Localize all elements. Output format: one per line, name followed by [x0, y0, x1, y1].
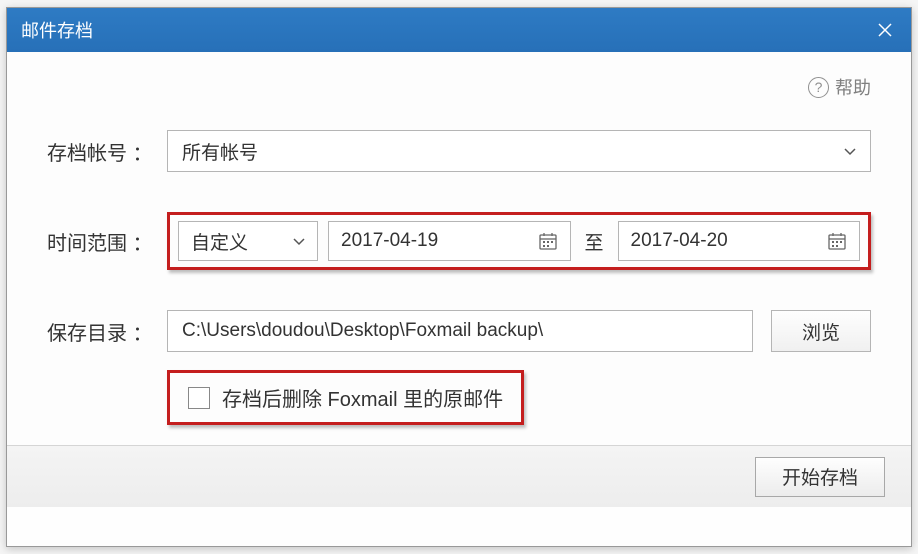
- delete-after-archive-group: 存档后删除 Foxmail 里的原邮件: [167, 370, 524, 425]
- chevron-down-icon: [293, 233, 305, 249]
- account-select[interactable]: 所有帐号: [167, 130, 871, 172]
- date-from-field[interactable]: 2017-04-19: [328, 221, 571, 261]
- help-label: 帮助: [835, 74, 871, 100]
- help-link[interactable]: ? 帮助: [808, 74, 871, 100]
- dialog-title: 邮件存档: [21, 17, 93, 43]
- account-value: 所有帐号: [182, 138, 258, 165]
- date-from-value: 2017-04-19: [341, 230, 438, 252]
- close-button[interactable]: [873, 18, 897, 42]
- dialog-content: ? 帮助 存档帐号 ： 所有帐号 时间范围 ： 自定义: [7, 52, 911, 445]
- dialog-footer: 开始存档: [7, 445, 911, 507]
- help-icon: ?: [808, 77, 829, 98]
- time-mode-select[interactable]: 自定义: [178, 221, 318, 261]
- titlebar: 邮件存档: [7, 8, 911, 52]
- time-range-group: 自定义 2017-04-19 至 2017-04-20: [167, 212, 871, 270]
- time-mode-value: 自定义: [191, 228, 248, 255]
- date-to-field[interactable]: 2017-04-20: [618, 221, 861, 261]
- save-path-input[interactable]: [167, 310, 753, 352]
- date-to-value: 2017-04-20: [631, 230, 728, 252]
- archive-dialog: 邮件存档 ? 帮助 存档帐号 ： 所有帐号 时间范围 ： 自: [6, 7, 912, 547]
- delete-after-archive-label: 存档后删除 Foxmail 里的原邮件: [222, 383, 503, 412]
- time-label: 时间范围 ：: [47, 227, 167, 256]
- delete-after-archive-checkbox[interactable]: [188, 387, 210, 409]
- account-label: 存档帐号 ：: [47, 137, 167, 166]
- save-dir-label: 保存目录 ：: [47, 317, 167, 346]
- close-icon: [877, 22, 893, 38]
- browse-button[interactable]: 浏览: [771, 310, 871, 352]
- chevron-down-icon: [844, 143, 856, 159]
- start-archive-button[interactable]: 开始存档: [755, 457, 885, 497]
- date-to-label: 至: [581, 228, 608, 255]
- calendar-icon: [538, 231, 558, 251]
- calendar-icon: [827, 231, 847, 251]
